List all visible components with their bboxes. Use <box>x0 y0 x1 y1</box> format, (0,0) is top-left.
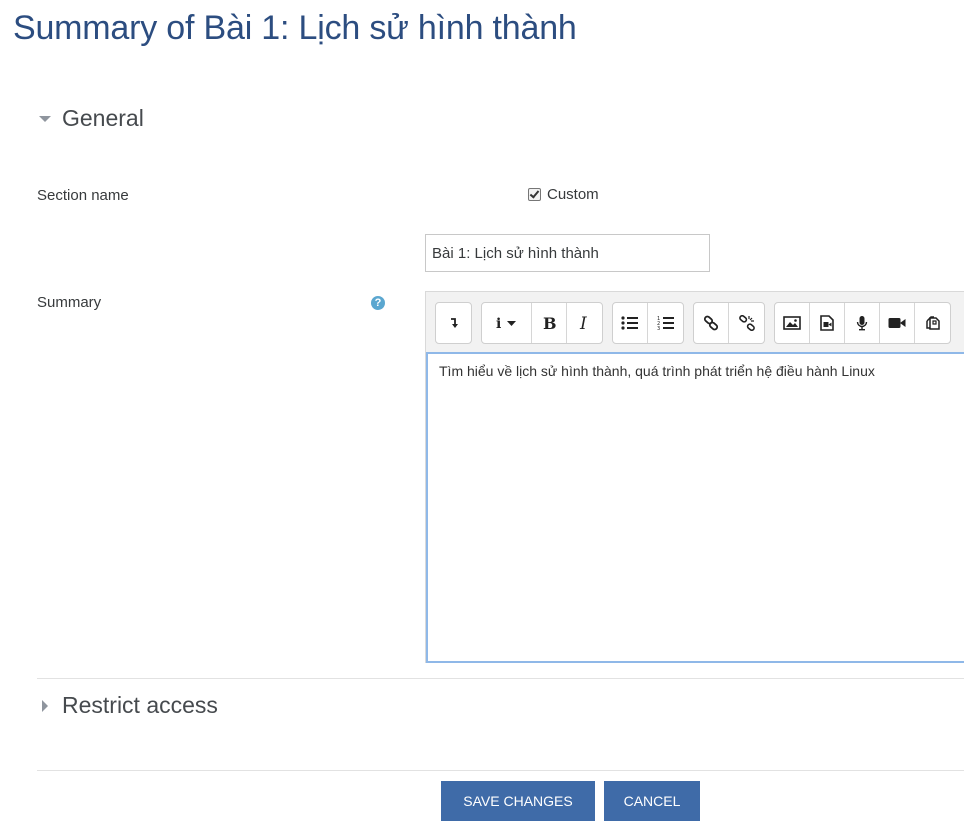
bold-icon: B <box>541 315 557 331</box>
svg-text:I: I <box>579 315 587 331</box>
section-name-input[interactable] <box>425 234 710 272</box>
insert-image-button[interactable] <box>775 303 810 343</box>
record-audio-button[interactable] <box>845 303 880 343</box>
chevron-right-icon <box>38 698 54 714</box>
media-icon <box>820 315 834 331</box>
svg-text:3: 3 <box>657 326 660 331</box>
svg-text:B: B <box>543 315 557 331</box>
unlink-button[interactable] <box>729 303 764 343</box>
cancel-button[interactable]: CANCEL <box>604 781 700 821</box>
italic-icon: I <box>577 315 593 331</box>
restrict-access-section-title: Restrict access <box>62 692 218 718</box>
ordered-list-icon: 123 <box>657 315 675 331</box>
record-audio-icon <box>856 315 868 331</box>
summary-label: Summary <box>37 294 102 311</box>
style-dropdown-icon: i <box>494 316 520 330</box>
section-name-label: Section name <box>37 187 129 204</box>
summary-text: Tìm hiểu về lịch sử hình thành, quá trìn… <box>439 363 875 379</box>
ordered-list-button[interactable]: 123 <box>648 303 683 343</box>
style-dropdown-button[interactable]: i <box>482 303 532 343</box>
summary-editor: i B I 1 2 3 Tìm hiểu về lịch sử hình thà… <box>425 291 964 663</box>
unordered-list-button[interactable] <box>613 303 648 343</box>
chevron-down-icon <box>38 111 54 127</box>
toolbar-group-links <box>693 302 765 344</box>
editor-toolbar: i B I 1 2 3 <box>435 302 960 344</box>
toolbar-group-lists: 123 <box>612 302 684 344</box>
section-divider <box>37 678 964 679</box>
manage-files-icon <box>925 315 941 331</box>
record-video-icon <box>888 317 906 329</box>
restrict-access-section-toggle[interactable]: Restrict access <box>38 692 218 719</box>
help-icon[interactable]: ? <box>371 296 385 310</box>
buttons-divider <box>37 770 964 771</box>
edit-section-page: Summary of Bài 1: Lịch sử hình thành Gen… <box>0 0 964 831</box>
image-icon <box>783 316 801 330</box>
record-video-button[interactable] <box>880 303 915 343</box>
summary-editor-content[interactable]: Tìm hiểu về lịch sử hình thành, quá trìn… <box>426 352 964 663</box>
italic-button[interactable]: I <box>567 303 602 343</box>
insert-media-button[interactable] <box>810 303 845 343</box>
bold-button[interactable]: B <box>532 303 567 343</box>
page-title: Summary of Bài 1: Lịch sử hình thành <box>13 9 577 47</box>
toolbar-group-media <box>774 302 951 344</box>
link-icon <box>703 315 719 331</box>
collapse-toolbar-button[interactable] <box>436 303 471 343</box>
toolbar-group-collapse <box>435 302 472 344</box>
collapse-icon <box>447 316 461 330</box>
svg-text:i: i <box>496 316 501 330</box>
toolbar-group-style: i B I <box>481 302 603 344</box>
general-section-title: General <box>62 105 144 131</box>
manage-files-button[interactable] <box>915 303 950 343</box>
general-section-toggle[interactable]: General <box>38 105 144 132</box>
unlink-icon <box>738 315 755 331</box>
custom-checkbox[interactable]: Custom <box>528 186 599 203</box>
checkbox-checked-icon[interactable] <box>528 188 541 201</box>
custom-checkbox-label: Custom <box>547 186 599 203</box>
unordered-list-icon <box>621 316 639 330</box>
link-button[interactable] <box>694 303 729 343</box>
save-changes-button[interactable]: SAVE CHANGES <box>441 781 595 821</box>
